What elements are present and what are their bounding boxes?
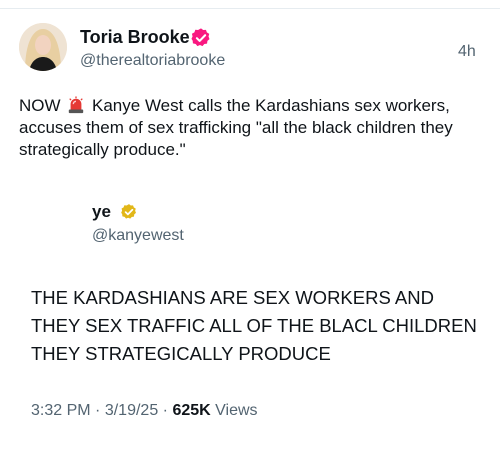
siren-emoji-icon — [69, 96, 84, 114]
gold-verified-badge-icon — [121, 204, 136, 219]
author-handle[interactable]: @therealtoriabrooke — [80, 52, 225, 70]
meta-separator: · — [95, 402, 105, 419]
views-count: 625K — [172, 402, 211, 419]
author-name[interactable]: Toria Brooke — [80, 27, 190, 48]
meta-separator: · — [162, 402, 173, 419]
tweet-time-ago[interactable]: 4h — [458, 43, 476, 61]
verified-badge-icon — [191, 28, 210, 47]
quoted-author-handle[interactable]: @kanyewest — [92, 227, 184, 245]
quoted-tweet-text: THE KARDASHIANS ARE SEX WORKERS AND THEY… — [31, 287, 477, 364]
avatar-photo-icon — [19, 23, 67, 71]
tweet-text-prefix: NOW — [19, 96, 61, 115]
views-label: Views — [215, 402, 258, 419]
tweet-text: NOW Kanye West calls the Kardashians sex… — [19, 95, 484, 161]
quoted-date[interactable]: 3/19/25 — [105, 402, 158, 419]
quoted-author-name[interactable]: ye — [92, 202, 111, 222]
author-avatar[interactable] — [19, 23, 67, 71]
quoted-time[interactable]: 3:32 PM — [31, 402, 91, 419]
top-divider — [0, 8, 500, 9]
quoted-meta-line: 3:32 PM · 3/19/25 · 625K Views — [31, 402, 258, 420]
